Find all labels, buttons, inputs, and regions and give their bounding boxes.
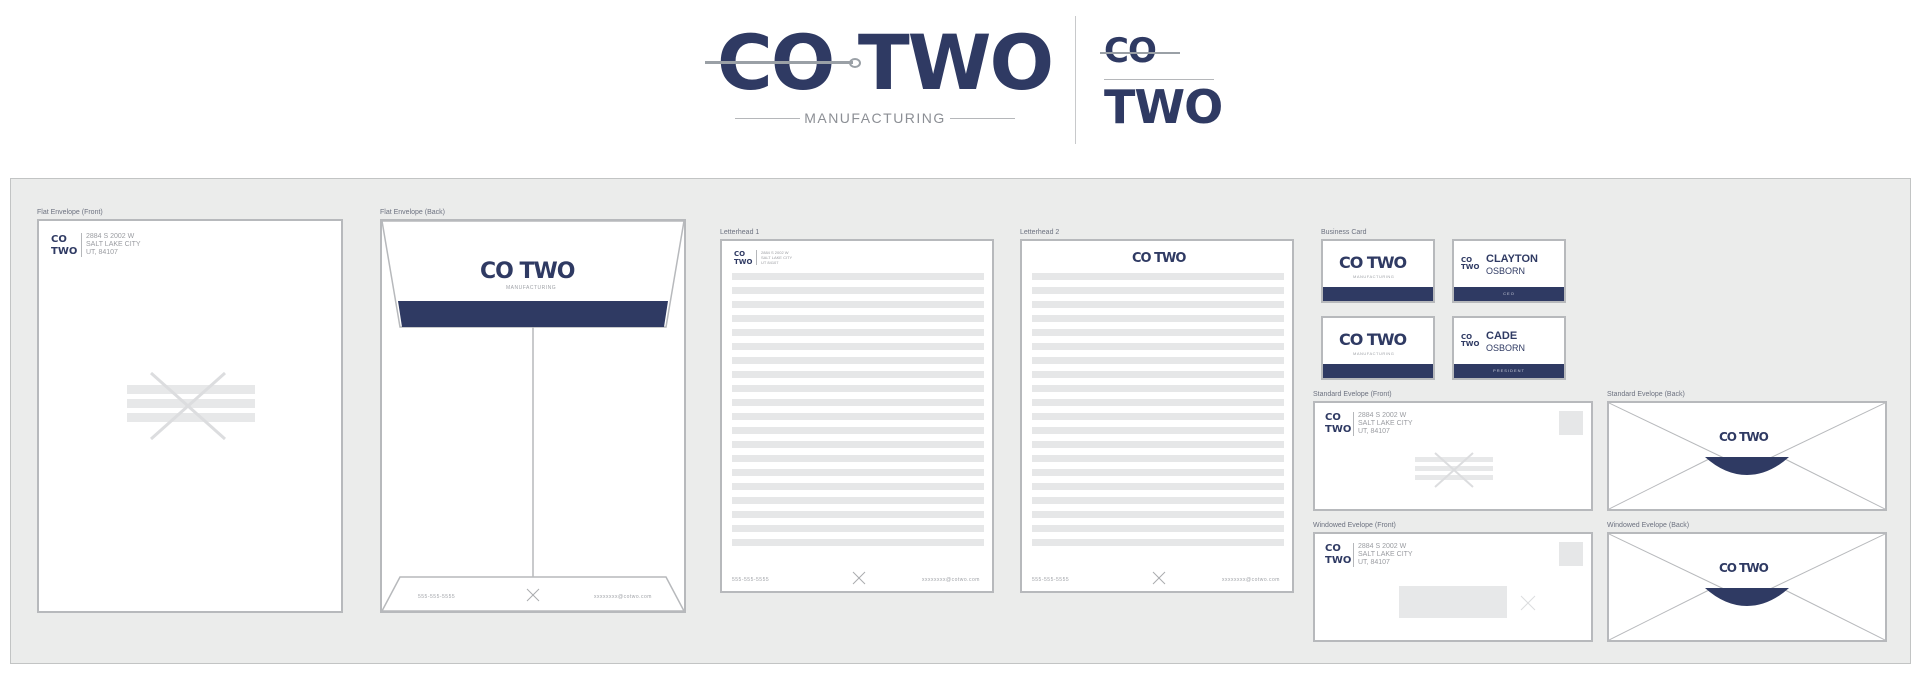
card-title: PRESIDENT <box>1454 364 1564 378</box>
letterhead-email: xxxxxxxx@cotwo.com <box>922 577 980 583</box>
caption-flat-back: Flat Envelope (Back) <box>380 209 445 216</box>
address-line: UT, 84107 <box>1358 559 1390 566</box>
business-card-front: CO TWO MANUFACTURING <box>1321 239 1435 303</box>
stationery-board: Flat Envelope (Front) CO TWO 2884 S 2002… <box>10 178 1911 664</box>
letterhead-2: CO TWO 555-555-5555 xxxxxxxx@cotwo.com <box>1020 239 1294 593</box>
business-card-back: CO TWO CADE OSBORN PRESIDENT <box>1452 316 1566 380</box>
caption-letterhead-2: Letterhead 2 <box>1020 229 1060 236</box>
body-text-placeholder <box>1032 273 1284 553</box>
needle-mark-icon <box>1520 595 1536 611</box>
card-title: CEO <box>1454 287 1564 301</box>
card-first-name: CADE <box>1486 330 1518 342</box>
card-first-name: CLAYTON <box>1486 253 1538 265</box>
mini-logo-top: CO <box>734 250 746 258</box>
mini-logo: CO TWO <box>734 251 752 266</box>
mini-logo: CO TWO <box>1461 257 1479 271</box>
windowed-envelope-front: CO TWO 2884 S 2002 W SALT LAKE CITY UT, … <box>1313 532 1593 642</box>
primary-logo: CO TWO MANUFACTURING <box>705 25 1054 135</box>
mini-logo-bottom: TWO <box>1325 555 1352 566</box>
envelope-wordmark: CO TWO <box>1719 430 1769 444</box>
address-line: SALT LAKE CITY <box>86 241 141 248</box>
flat-envelope-front: CO TWO 2884 S 2002 W SALT LAKE CITY UT, … <box>37 219 343 613</box>
letterhead-1: CO TWO 2884 S 2002 W SALT LAKE CITY UT 8… <box>720 239 994 593</box>
logo-tagline: MANUFACTURING <box>735 110 1015 126</box>
mini-logo-bottom: TWO <box>1325 424 1352 435</box>
stamp-placeholder <box>1559 542 1583 566</box>
card-band <box>1323 364 1433 378</box>
letterhead-phone: 555-555-5555 <box>732 577 770 583</box>
caption-letterhead-1: Letterhead 1 <box>720 229 760 236</box>
mini-logo: CO TWO <box>51 235 77 257</box>
crossed-needles-icon <box>150 371 226 441</box>
standard-envelope-front: CO TWO 2884 S 2002 W SALT LAKE CITY UT, … <box>1313 401 1593 511</box>
card-tagline: MANUFACTURING <box>1353 351 1395 356</box>
stamp-placeholder <box>1559 411 1583 435</box>
envelope-flaps <box>1609 403 1885 509</box>
needle-mark-icon <box>1152 571 1166 585</box>
mini-logo-bottom: TWO <box>1461 340 1480 348</box>
card-band <box>1323 287 1433 301</box>
address-line: 2884 S 2002 W <box>1358 412 1407 419</box>
caption-business-card: Business Card <box>1321 229 1367 236</box>
needle-icon <box>1100 52 1180 54</box>
mini-logo: CO TWO <box>1325 544 1351 566</box>
letterhead-email: xxxxxxxx@cotwo.com <box>1222 577 1280 583</box>
windowed-envelope-back: CO TWO <box>1607 532 1887 642</box>
crossed-needles-icon <box>1434 452 1474 488</box>
letterhead-address: 2884 S 2002 W SALT LAKE CITY UT 84107 <box>756 250 792 265</box>
mini-logo-top: CO <box>51 234 67 245</box>
stacked-logo-bottom: TWO <box>1104 80 1223 134</box>
envelope-tagline: MANUFACTURING <box>506 285 557 291</box>
caption-standard-front: Standard Evelope (Front) <box>1313 391 1392 398</box>
address-line: UT 84107 <box>761 260 779 265</box>
letterhead-phone: 555-555-5555 <box>1032 577 1070 583</box>
caption-standard-back: Standard Evelope (Back) <box>1607 391 1685 398</box>
wordmark-text: CO TWO <box>1132 251 1186 266</box>
envelope-email: xxxxxxxx@cotwo.com <box>594 594 652 600</box>
mini-logo-bottom: TWO <box>1461 263 1480 271</box>
caption-windowed-front: Windowed Evelope (Front) <box>1313 522 1396 529</box>
return-address: 2884 S 2002 W SALT LAKE CITY UT, 84107 <box>81 233 141 257</box>
logo-divider <box>1075 16 1076 144</box>
card-wordmark: CO TWO <box>1339 253 1407 272</box>
mini-logo-top: CO <box>1325 543 1341 554</box>
needle-mark-icon <box>852 571 866 585</box>
caption-windowed-back: Windowed Evelope (Back) <box>1607 522 1690 529</box>
address-line: 2884 S 2002 W <box>86 233 135 240</box>
card-wordmark: CO TWO <box>1339 330 1407 349</box>
caption-flat-front: Flat Envelope (Front) <box>37 209 103 216</box>
card-last-name: OSBORN <box>1486 343 1526 353</box>
business-card-front: CO TWO MANUFACTURING <box>1321 316 1435 380</box>
return-address: 2884 S 2002 W SALT LAKE CITY UT, 84107 <box>1353 543 1413 567</box>
body-text-placeholder <box>732 273 984 553</box>
flat-envelope-back: CO TWO MANUFACTURING 555-555-5555 xxxxxx… <box>380 219 686 613</box>
mini-logo-top: CO <box>1325 412 1341 423</box>
address-line: UT, 84107 <box>1358 428 1390 435</box>
address-line: SALT LAKE CITY <box>1358 420 1413 427</box>
envelope-wordmark: CO TWO <box>1719 561 1769 575</box>
mini-logo-bottom: TWO <box>51 246 78 257</box>
mini-logo-bottom: TWO <box>734 258 753 266</box>
address-line: SALT LAKE CITY <box>1358 551 1413 558</box>
mini-logo: CO TWO <box>1461 334 1479 348</box>
stacked-logo-top: CO <box>1104 31 1157 71</box>
card-last-name: OSBORN <box>1486 266 1526 276</box>
business-card-back: CO TWO CLAYTON OSBORN CEO <box>1452 239 1566 303</box>
address-line: 2884 S 2002 W <box>1358 543 1407 550</box>
envelope-phone: 555-555-5555 <box>418 594 456 600</box>
needle-icon <box>705 58 861 68</box>
stacked-logo: CO TWO <box>1100 31 1223 134</box>
envelope-wordmark: CO TWO <box>480 259 575 284</box>
envelope-flaps <box>1609 534 1885 640</box>
address-line: UT, 84107 <box>86 249 118 256</box>
wordmark-text: CO TWO <box>480 259 575 284</box>
return-address: 2884 S 2002 W SALT LAKE CITY UT, 84107 <box>1353 412 1413 436</box>
address-window <box>1399 586 1507 618</box>
letterhead-wordmark: CO TWO <box>1132 251 1186 266</box>
card-tagline: MANUFACTURING <box>1353 274 1395 279</box>
standard-envelope-back: CO TWO <box>1607 401 1887 511</box>
mini-logo: CO TWO <box>1325 413 1351 435</box>
